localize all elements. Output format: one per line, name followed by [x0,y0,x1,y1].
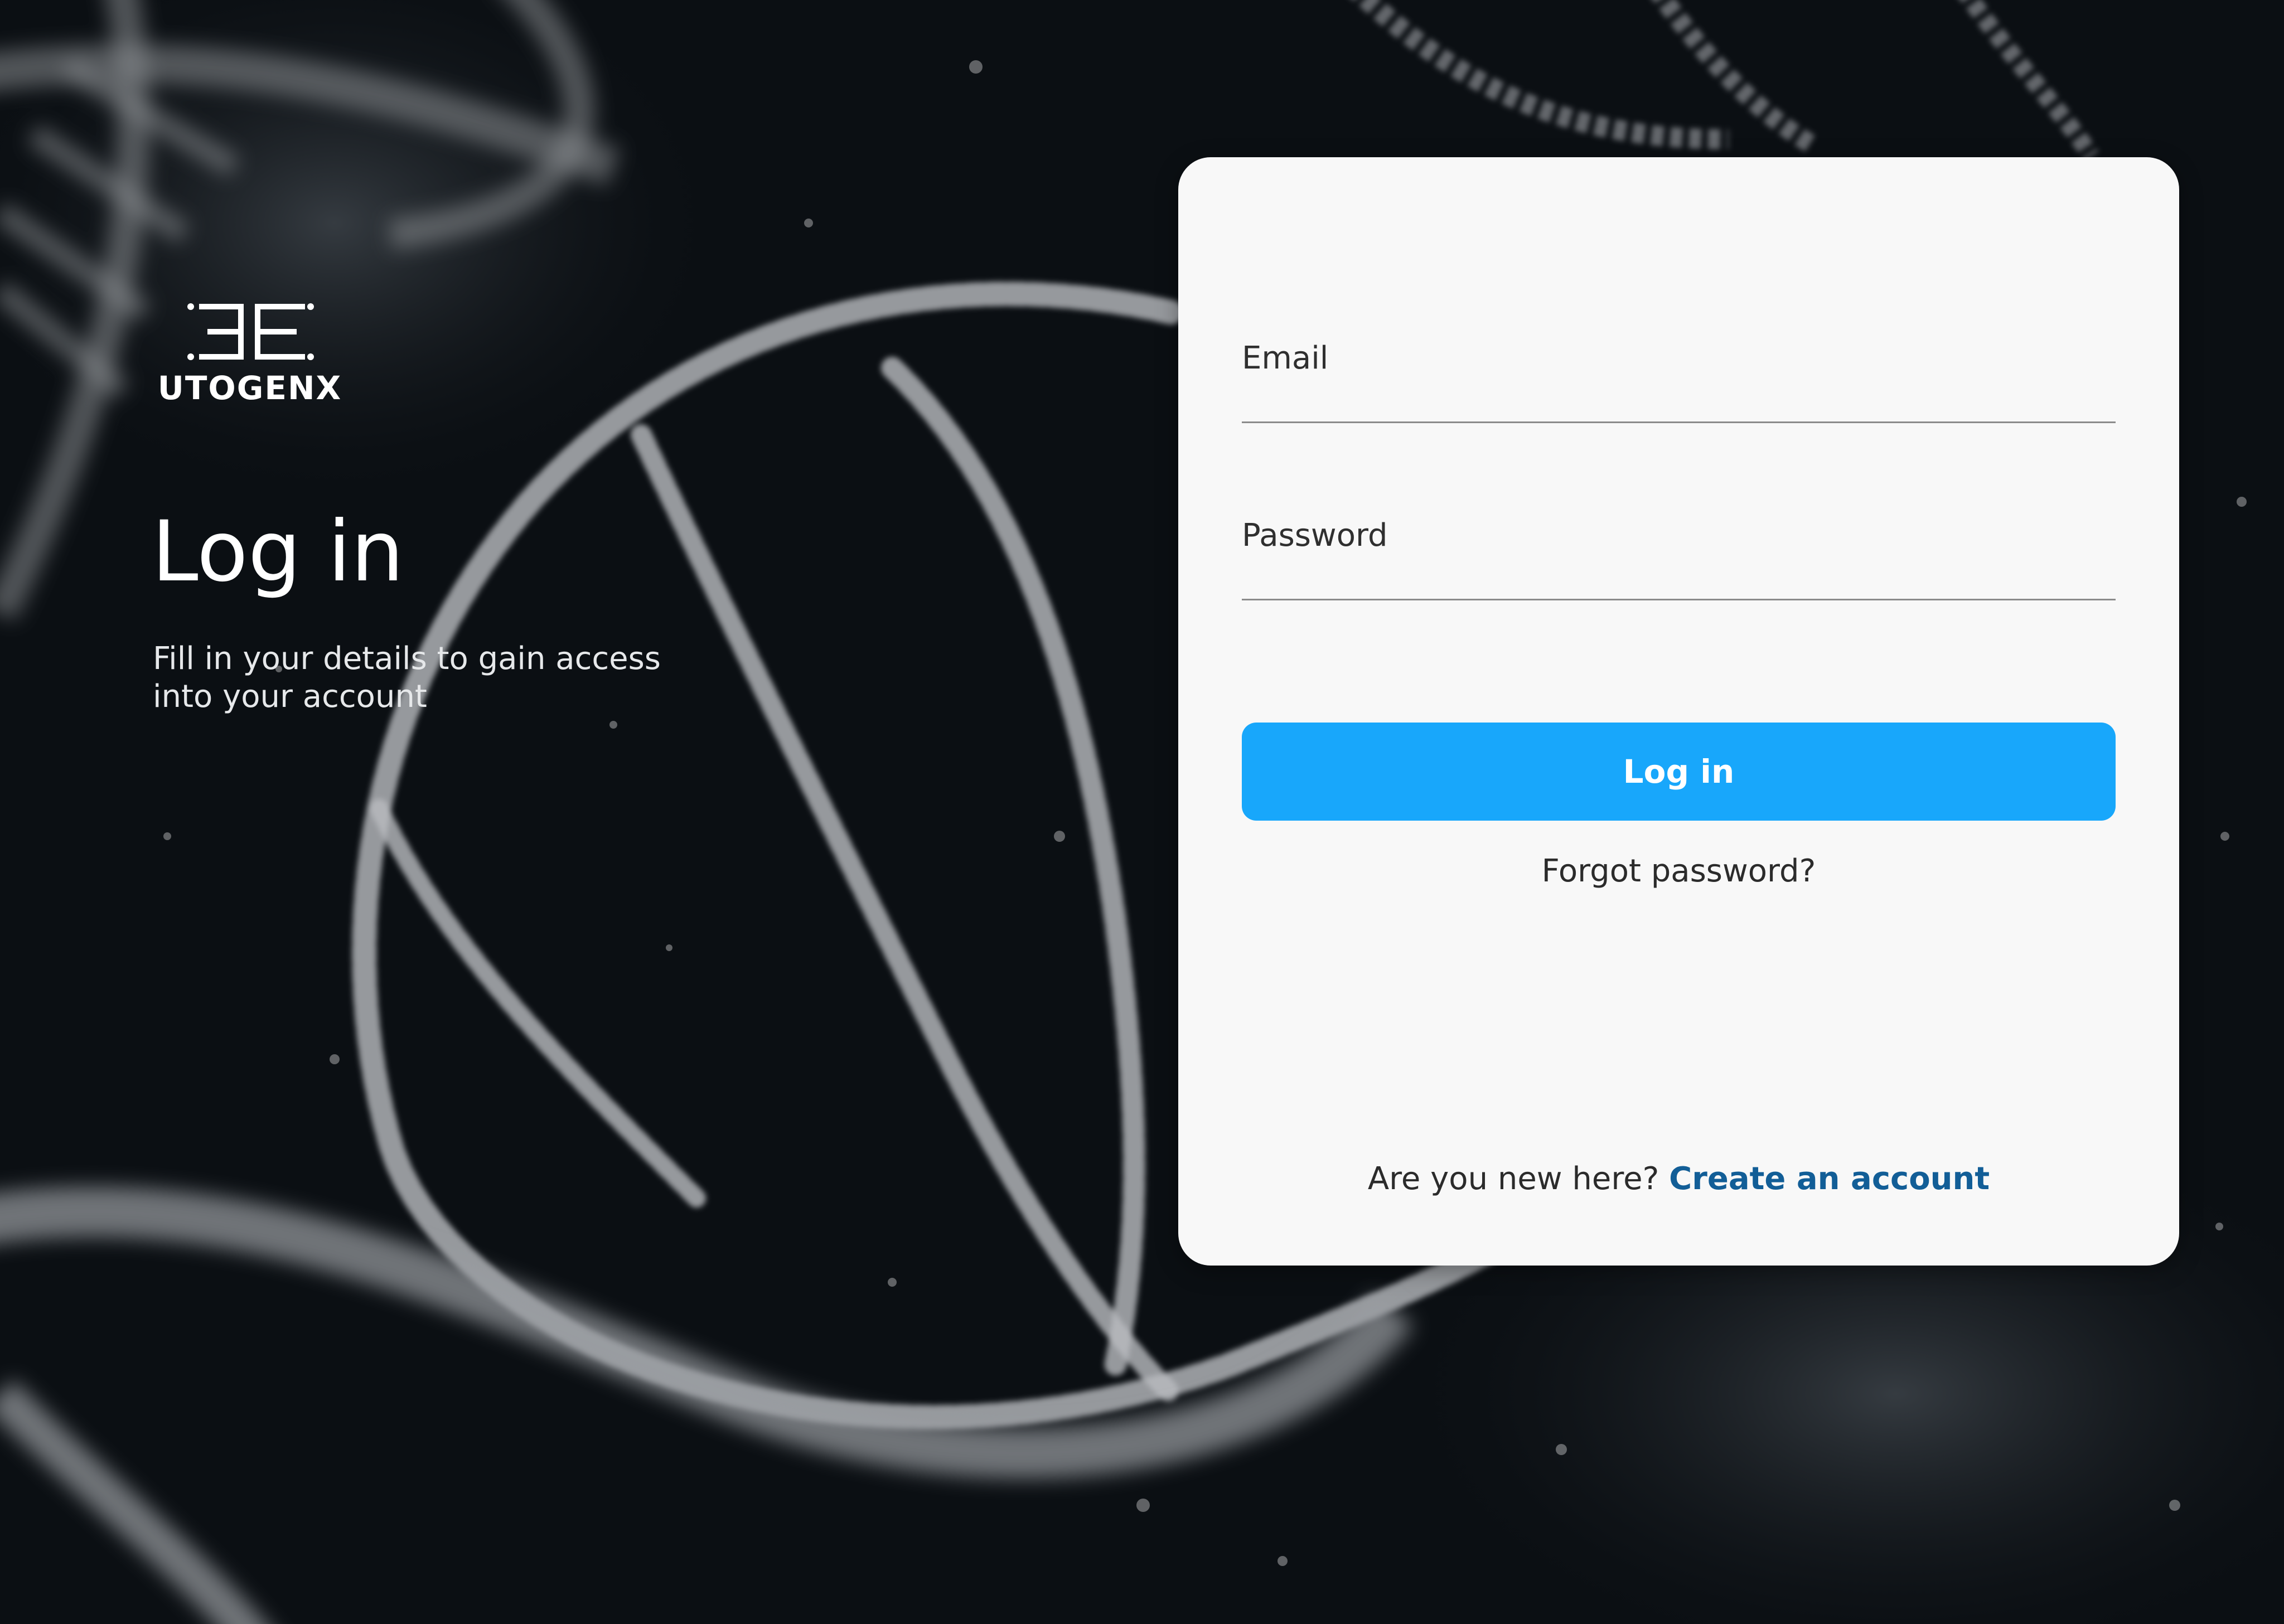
email-label: Email [1242,340,1329,376]
brand-logo: UTOGENX [149,301,350,413]
signup-prompt: Are you new here? [1367,1161,1659,1197]
signup-row: Are you new here? Create an account [1178,1161,2179,1197]
utogenx-e-mark-icon [187,303,314,360]
password-field-group: Password [1242,517,2116,607]
forgot-password-link[interactable]: Forgot password? [1178,853,2179,889]
login-card: Email Password Log in Forgot password? A… [1178,157,2179,1266]
email-input[interactable] [1242,379,2116,423]
login-button[interactable]: Log in [1242,723,2116,821]
page-subtitle: Fill in your details to gain access into… [153,641,661,715]
email-field-group: Email [1242,340,2116,429]
brand-name: UTOGENX [157,369,342,407]
create-account-link[interactable]: Create an account [1669,1161,1990,1197]
password-input[interactable] [1242,556,2116,600]
password-label: Password [1242,517,1388,554]
page-title: Log in [152,503,404,600]
